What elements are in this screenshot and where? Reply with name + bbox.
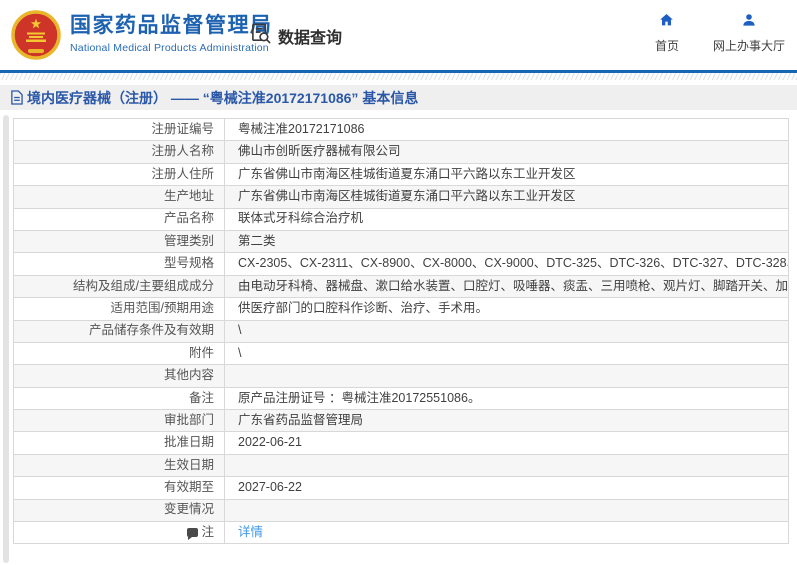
table-row: 批准日期 2022-06-21 [13, 431, 789, 455]
site-title-cn: 国家药品监督管理局 [70, 14, 273, 37]
row-label: 注册人名称 [13, 140, 225, 164]
table-row: 管理类别 第二类 [13, 229, 789, 254]
row-value: 详情 [224, 521, 789, 545]
detail-link[interactable]: 详情 [238, 525, 263, 539]
row-value: 联体式牙科综合治疗机 [224, 207, 789, 231]
row-value [224, 364, 789, 388]
section-title: 数据查询 [250, 22, 342, 50]
row-label: 生效日期 [13, 453, 225, 478]
row-value: 粤械注准20172171086 [224, 117, 789, 142]
site-title: 国家药品监督管理局 National Medical Products Admi… [70, 13, 273, 54]
row-value: 广东省药品监督管理局 [224, 409, 789, 433]
nav-item-label: 网上办事大厅 [712, 39, 785, 53]
row-label: 其他内容 [13, 364, 225, 388]
file-icon [10, 90, 23, 105]
row-value [224, 498, 789, 523]
section-title-label: 数据查询 [278, 30, 343, 47]
national-emblem-icon [10, 9, 62, 61]
site-header: 国家药品监督管理局 National Medical Products Admi… [0, 0, 797, 70]
row-label: 管理类别 [13, 229, 225, 254]
info-table-body: 注册证编号 粤械注准20172171086 注册人名称 佛山市创昕医疗器械有限公司 注册… [13, 117, 789, 545]
row-label: 适用范围/预期用途 [13, 297, 225, 321]
hatch-decoration-band [0, 73, 797, 80]
vertical-scrollbar[interactable] [3, 115, 9, 563]
row-value: 第二类 [224, 229, 789, 254]
row-label: 产品名称 [13, 207, 225, 231]
table-row: 适用范围/预期用途 供医疗部门的口腔科作诊断、治疗、手术用。 [13, 297, 789, 321]
row-value: \ [224, 319, 789, 343]
row-value: 2022-06-21 [224, 431, 789, 455]
table-row: 注册人住所 广东省佛山市南海区桂城街道夏东涌口平六路以东工业开发区 [13, 162, 789, 187]
row-value: CX-2305、CX-2311、CX-8900、CX-8000、CX-9000、… [224, 252, 789, 276]
table-row: 型号规格 CX-2305、CX-2311、CX-8900、CX-8000、CX-9… [13, 252, 789, 276]
row-label: 注册证编号 [13, 117, 225, 142]
row-label: 注册人住所 [13, 162, 225, 187]
site-title-en: National Medical Products Administration [70, 42, 269, 54]
row-label: 结构及组成/主要组成成分 [13, 274, 225, 299]
row-value: 2027-06-22 [224, 476, 789, 500]
row-label: 有效期至 [13, 476, 225, 500]
table-row: 有效期至 2027-06-22 [13, 476, 789, 500]
row-label: 附件 [13, 341, 225, 366]
row-value: 广东省佛山市南海区桂城街道夏东涌口平六路以东工业开发区 [224, 185, 789, 209]
table-row: 注册证编号 粤械注准20172171086 [13, 117, 789, 142]
row-value: 佛山市创昕医疗器械有限公司 [224, 140, 789, 164]
table-row: 注详情 [13, 521, 789, 545]
table-row: 结构及组成/主要组成成分 由电动牙科椅、器械盘、漱口给水装置、口腔灯、吸唾器、痰盂… [13, 274, 789, 299]
breadcrumb-text: 境内医疗器械（注册） —— “粤械注准20172171086” 基本信息 [27, 89, 419, 106]
breadcrumb: 境内医疗器械（注册） —— “粤械注准20172171086” 基本信息 [0, 85, 797, 110]
table-row: 备注 原产品注册证号 ：粤械注准20172551086。 [13, 386, 789, 411]
row-label: 产品储存条件及有效期 [13, 319, 225, 343]
row-label: 型号规格 [13, 252, 225, 276]
home-icon [658, 12, 675, 33]
person-icon [741, 12, 757, 33]
row-value: 由电动牙科椅、器械盘、漱口给水装置、口腔灯、吸唾器、痰盂、三用喷枪、观片灯、脚踏… [224, 274, 789, 299]
row-label: 变更情况 [13, 498, 225, 523]
table-row: 变更情况 [13, 498, 789, 523]
row-value: 原产品注册证号 ：粤械注准20172551086。 [224, 386, 789, 411]
row-label: 备注 [13, 386, 225, 411]
row-label: 注 [13, 521, 225, 545]
registration-info-table: 注册证编号 粤械注准20172171086 注册人名称 佛山市创昕医疗器械有限公司 注册… [13, 117, 789, 545]
page: 国家药品监督管理局 National Medical Products Admi… [0, 0, 797, 565]
note-bubble-icon [187, 527, 199, 540]
table-row: 附件 \ [13, 341, 789, 366]
table-row: 注册人名称 佛山市创昕医疗器械有限公司 [13, 140, 789, 164]
nav-item-service-hall[interactable]: 网上办事大厅 [713, 12, 785, 54]
table-row: 生产地址 广东省佛山市南海区桂城街道夏东涌口平六路以东工业开发区 [13, 185, 789, 209]
row-value: \ [224, 341, 789, 366]
table-row: 其他内容 [13, 364, 789, 388]
top-nav: 首页 网上办事大厅 [655, 12, 785, 54]
table-row: 生效日期 [13, 453, 789, 478]
table-row: 产品储存条件及有效期 \ [13, 319, 789, 343]
row-value [224, 453, 789, 478]
row-label: 批准日期 [13, 431, 225, 455]
row-label: 生产地址 [13, 185, 225, 209]
table-row: 审批部门 广东省药品监督管理局 [13, 409, 789, 433]
row-value: 供医疗部门的口腔科作诊断、治疗、手术用。 [224, 297, 789, 321]
nav-item-label: 首页 [654, 39, 679, 53]
doc-search-icon [250, 22, 273, 50]
table-row: 产品名称 联体式牙科综合治疗机 [13, 207, 789, 231]
row-value: 广东省佛山市南海区桂城街道夏东涌口平六路以东工业开发区 [224, 162, 789, 187]
nav-item-home[interactable]: 首页 [655, 12, 679, 54]
row-label: 审批部门 [13, 409, 225, 433]
